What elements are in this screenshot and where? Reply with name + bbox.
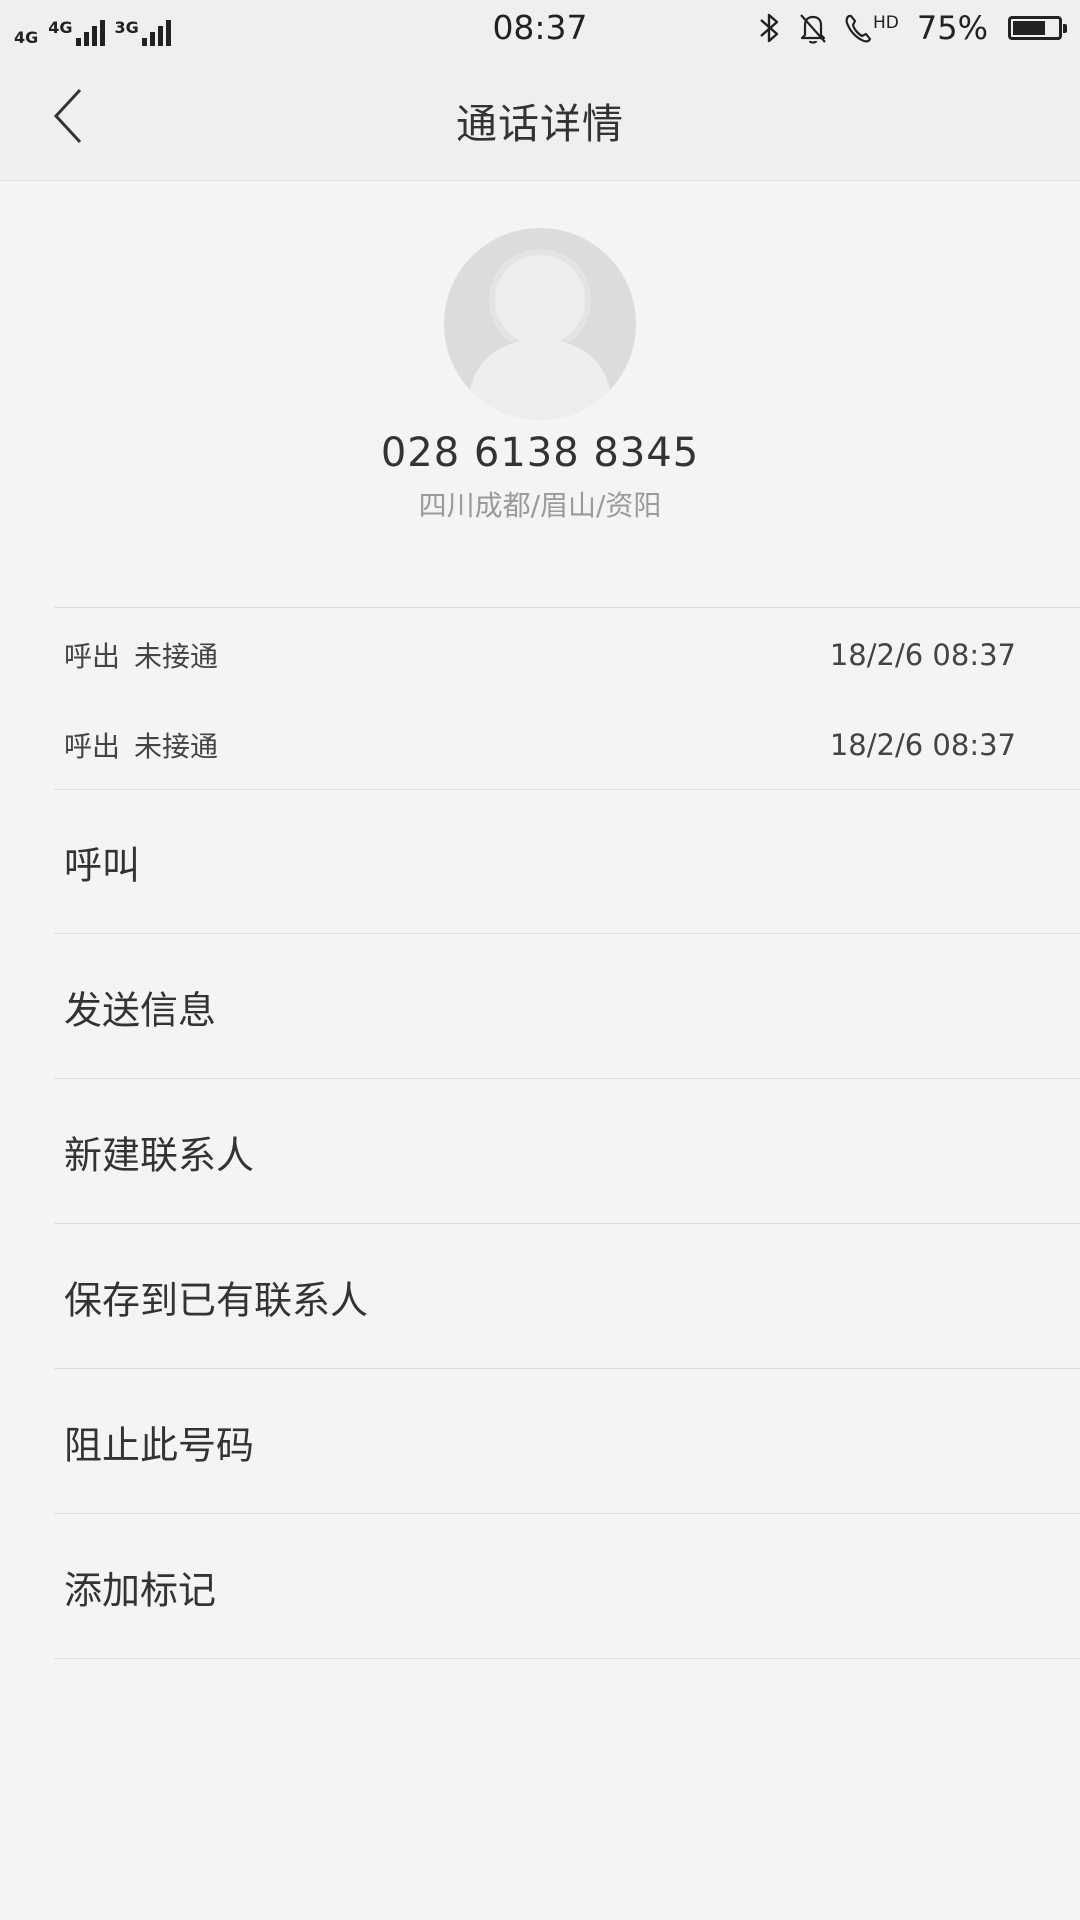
status-icons: HD 75% [757,8,1067,48]
call-log-entry: 呼出 未接通 18/2/6 08:37 [64,725,1016,765]
call-details-screen: 4G 4G 3G 08:37 HD 75% 通话详情 028 6138 8345… [0,0,1080,1920]
menu-item-label: 呼叫 [64,843,141,888]
divider [54,933,1080,934]
bell-off-icon [797,11,829,45]
hd-call-icon: HD [843,11,899,45]
call-direction-status: 呼出 未接通 [64,725,218,765]
avatar-placeholder-icon [470,249,610,420]
divider [54,607,1080,608]
page-title: 通话详情 [456,100,624,148]
phone-number: 028 6138 8345 [380,430,700,476]
menu-item-label: 保存到已有联系人 [64,1278,369,1323]
call-direction: 呼出 [64,640,121,673]
menu-item-label: 添加标记 [64,1568,217,1613]
save-to-existing-contact-button[interactable]: 保存到已有联系人 [0,1225,1080,1369]
menu-item-label: 新建联系人 [64,1133,255,1178]
call-datetime: 18/2/6 08:37 [829,638,1016,672]
menu-item-label: 发送信息 [64,988,217,1033]
call-log-entry: 呼出 未接通 18/2/6 08:37 [64,635,1016,675]
battery-percentage: 75% [916,9,988,47]
new-contact-button[interactable]: 新建联系人 [0,1080,1080,1224]
call-status: 未接通 [134,640,219,673]
block-number-button[interactable]: 阻止此号码 [0,1370,1080,1514]
bluetooth-icon [757,11,783,45]
hd-label: HD [873,13,899,33]
divider [54,1223,1080,1224]
divider [54,1658,1080,1659]
send-message-button[interactable]: 发送信息 [0,935,1080,1079]
call-datetime: 18/2/6 08:37 [829,728,1016,762]
call-direction-status: 呼出 未接通 [64,635,218,675]
avatar[interactable] [444,228,636,420]
call-direction: 呼出 [64,730,121,763]
header: 通话详情 [0,58,1080,180]
call-status: 未接通 [134,730,219,763]
battery-level [1013,21,1045,35]
call-button[interactable]: 呼叫 [0,790,1080,934]
status-bar: 4G 4G 3G 08:37 HD 75% [0,0,1080,58]
add-tag-button[interactable]: 添加标记 [0,1515,1080,1659]
divider [54,1078,1080,1079]
battery-icon [1008,16,1067,40]
divider [54,1513,1080,1514]
number-location: 四川成都/眉山/资阳 [418,489,662,522]
menu-item-label: 阻止此号码 [64,1423,255,1468]
divider [54,1368,1080,1369]
